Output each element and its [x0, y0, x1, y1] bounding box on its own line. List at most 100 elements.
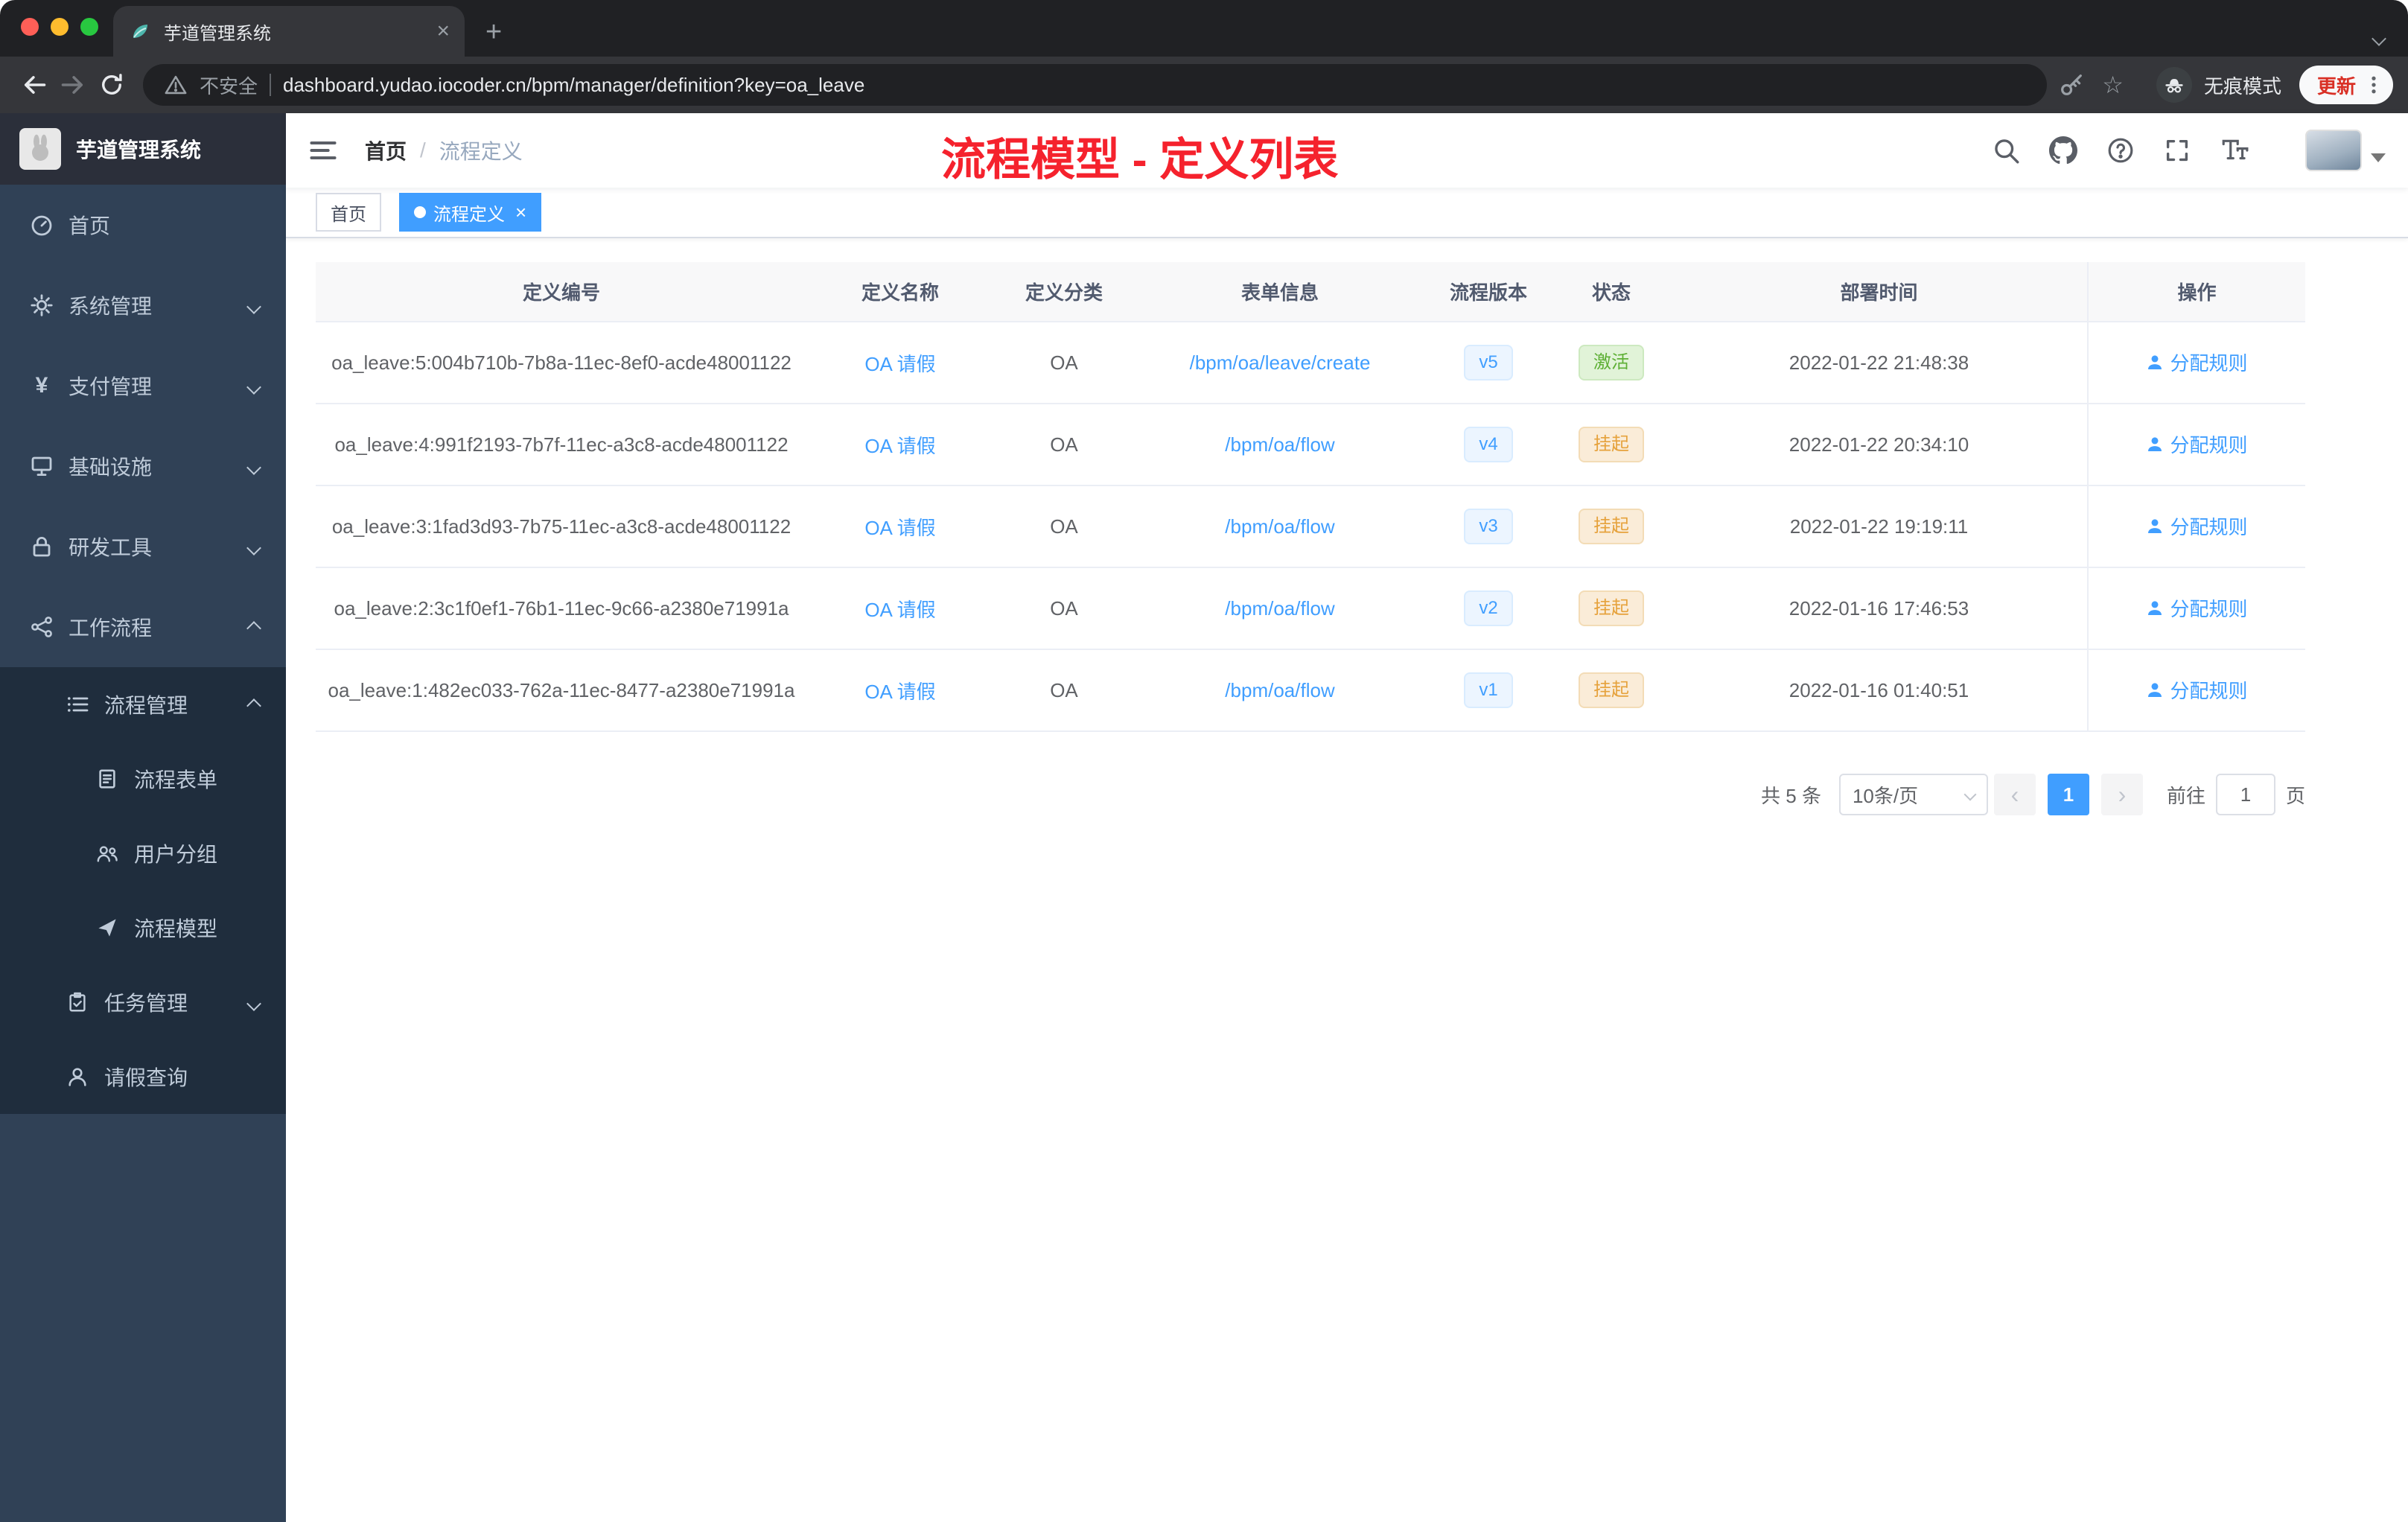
page-size-select[interactable]: 10条/页: [1838, 774, 1988, 815]
sidebar-item-label: 支付管理: [69, 375, 153, 398]
sidebar-item-user-group[interactable]: 用户分组: [0, 816, 286, 891]
bookmark-star-icon[interactable]: ☆: [2102, 73, 2124, 97]
chevron-up-icon: [246, 692, 261, 716]
new-tab-button[interactable]: +: [485, 18, 502, 46]
sidebar-item-process-mgmt[interactable]: 流程管理: [0, 667, 286, 742]
form-icon: [95, 767, 119, 791]
window-zoom-button[interactable]: [80, 18, 98, 36]
definition-name-link[interactable]: OA 请假: [864, 435, 935, 457]
window-close-button[interactable]: [21, 18, 39, 36]
font-size-icon[interactable]: [2220, 136, 2249, 165]
status-badge: 激活: [1579, 345, 1644, 380]
window-minimize-button[interactable]: [51, 18, 69, 36]
tag-label: 首页: [331, 204, 366, 225]
window-controls: [21, 18, 98, 36]
tab-close-icon[interactable]: ×: [436, 20, 450, 42]
sidebar-item-devtools[interactable]: 研发工具: [0, 506, 286, 587]
incognito-badge: 无痕模式: [2156, 67, 2281, 103]
sidebar-item-workflow[interactable]: 工作流程: [0, 587, 286, 667]
sidebar-item-label: 请假查询: [104, 1066, 188, 1089]
assign-rule-link[interactable]: 分配规则: [2146, 594, 2248, 622]
cell-category: OA: [993, 567, 1135, 650]
sidebar-item-label: 流程模型: [134, 917, 218, 940]
sidebar-item-label: 用户分组: [134, 843, 218, 866]
col-process-version: 流程版本: [1425, 262, 1552, 322]
assign-rule-link[interactable]: 分配规则: [2146, 512, 2248, 540]
sidebar-logo[interactable]: 芋道管理系统: [0, 113, 286, 185]
search-icon[interactable]: [1993, 137, 2019, 164]
kebab-menu-icon[interactable]: [2363, 73, 2384, 97]
form-link[interactable]: /bpm/oa/flow: [1225, 515, 1334, 538]
tag-close-icon[interactable]: ×: [515, 203, 526, 222]
forward-icon[interactable]: [54, 66, 92, 104]
assign-rule-link[interactable]: 分配规则: [2146, 348, 2248, 376]
browser-update-button[interactable]: 更新: [2299, 66, 2393, 104]
prev-page-button[interactable]: ‹: [1993, 774, 2036, 815]
sidebar-item-infra[interactable]: 基础设施: [0, 426, 286, 506]
reload-icon[interactable]: [92, 66, 131, 104]
next-page-button[interactable]: ›: [2100, 774, 2143, 815]
incognito-label: 无痕模式: [2203, 74, 2281, 98]
update-label: 更新: [2316, 74, 2356, 98]
definition-name-link[interactable]: OA 请假: [864, 353, 935, 375]
sidebar-item-system[interactable]: 系统管理: [0, 265, 286, 346]
sidebar: 芋道管理系统 首页 系统管理 ¥ 支付管理 基础设施 研发工具 工作流程 流程管…: [0, 113, 286, 1522]
tag-label: 流程定义: [433, 204, 505, 225]
github-icon[interactable]: [2049, 136, 2077, 165]
assign-rule-label: 分配规则: [2170, 680, 2248, 703]
hamburger-icon[interactable]: [308, 136, 338, 165]
top-navbar: 首页 / 流程定义 流程模型 - 定义列表: [286, 113, 2408, 188]
tag-home[interactable]: 首页: [316, 193, 381, 232]
assign-rule-link[interactable]: 分配规则: [2146, 676, 2248, 704]
tab-title: 芋道管理系统: [164, 23, 271, 44]
definition-name-link[interactable]: OA 请假: [864, 681, 935, 703]
form-link[interactable]: /bpm/oa/flow: [1225, 679, 1334, 701]
sidebar-item-process-model[interactable]: 流程模型: [0, 891, 286, 965]
sidebar-item-payment[interactable]: ¥ 支付管理: [0, 346, 286, 426]
password-key-icon[interactable]: [2059, 72, 2084, 98]
tag-process-definition[interactable]: 流程定义 ×: [399, 193, 542, 232]
sidebar-item-label: 流程管理: [104, 694, 188, 717]
goto-page-input[interactable]: [2215, 774, 2275, 815]
status-badge: 挂起: [1579, 590, 1644, 626]
col-form-info: 表单信息: [1135, 262, 1425, 322]
form-link[interactable]: /bpm/oa/flow: [1225, 597, 1334, 620]
page-size-value: 10条/页: [1852, 784, 1919, 807]
fullscreen-icon[interactable]: [2164, 137, 2191, 164]
cell-definition-id: oa_leave:3:1fad3d93-7b75-11ec-a3c8-acde4…: [316, 485, 807, 568]
assign-rule-label: 分配规则: [2170, 352, 2248, 375]
table-row: oa_leave:4:991f2193-7b7f-11ec-a3c8-acde4…: [316, 404, 2305, 486]
breadcrumb: 首页 / 流程定义: [365, 136, 523, 165]
breadcrumb-current: 流程定义: [439, 140, 523, 163]
browser-tab[interactable]: 芋道管理系统 ×: [113, 6, 465, 57]
help-icon[interactable]: [2107, 137, 2134, 164]
favicon: [128, 19, 152, 43]
tab-search-icon[interactable]: [2372, 22, 2386, 50]
person-icon: [66, 1065, 89, 1089]
assign-rule-link[interactable]: 分配规则: [2146, 430, 2248, 458]
sidebar-item-process-form[interactable]: 流程表单: [0, 742, 286, 816]
sidebar-item-home[interactable]: 首页: [0, 185, 286, 265]
form-link[interactable]: /bpm/oa/leave/create: [1190, 351, 1371, 374]
sidebar-item-task-mgmt[interactable]: 任务管理: [0, 965, 286, 1039]
back-icon[interactable]: [15, 66, 54, 104]
url-text[interactable]: dashboard.yudao.iocoder.cn/bpm/manager/d…: [283, 74, 2026, 97]
assign-rule-label: 分配规则: [2170, 434, 2248, 457]
sidebar-item-label: 流程表单: [134, 768, 218, 792]
task-icon: [66, 990, 89, 1014]
security-chip[interactable]: 不安全: [200, 71, 258, 99]
user-group-icon: [95, 841, 119, 865]
page-number-button[interactable]: 1: [2047, 774, 2089, 815]
definition-name-link[interactable]: OA 请假: [864, 517, 935, 539]
chevron-down-icon: [1963, 788, 1977, 801]
user-avatar[interactable]: [2305, 130, 2386, 171]
sidebar-item-leave-query[interactable]: 请假查询: [0, 1039, 286, 1114]
breadcrumb-home[interactable]: 首页: [365, 136, 407, 165]
address-bar[interactable]: 不安全 dashboard.yudao.iocoder.cn/bpm/manag…: [143, 64, 2048, 106]
cell-category: OA: [993, 485, 1135, 568]
avatar-image: [2305, 130, 2362, 171]
definition-name-link[interactable]: OA 请假: [864, 599, 935, 621]
incognito-icon: [2156, 67, 2192, 103]
form-link[interactable]: /bpm/oa/flow: [1225, 433, 1334, 456]
cell-category: OA: [993, 322, 1135, 404]
